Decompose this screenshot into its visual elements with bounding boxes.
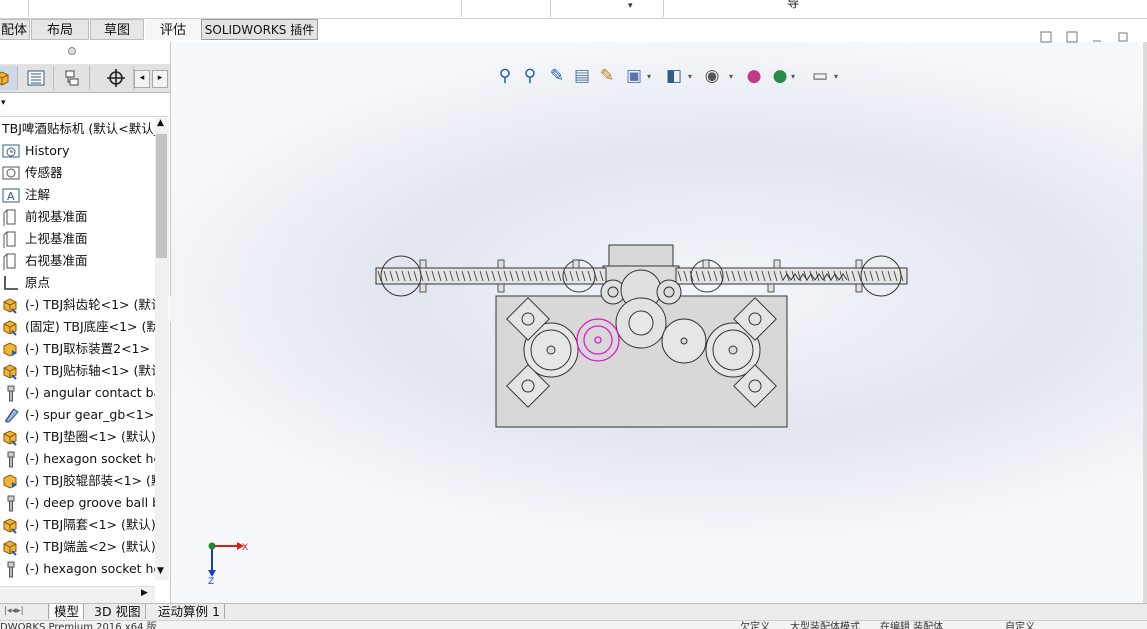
tree-item-label: 注解 [25, 187, 51, 202]
tree-item-label: (-) TBJ贴标轴<1> (默认 [25, 363, 155, 378]
svg-text:A: A [7, 190, 15, 203]
search-area[interactable]: 导 [663, 0, 1147, 17]
bottom-tab-bar: |◂◂▸| 模型 3D 视图 运动算例 1 [0, 603, 1147, 620]
feature-tree: TBJ啤酒贴标机 (默认<默认_ History 传感器 A 注解 前视基准面 上视基准面… [0, 118, 155, 580]
annotation-icon: A [2, 187, 20, 203]
subassembly-icon [2, 473, 20, 489]
manager-tabs: ◂ ▸ [0, 64, 170, 93]
tree-item-label: 原点 [25, 275, 51, 290]
tree-item-label: (-) TBJ胶辊部装<1> (默 [25, 473, 155, 488]
scroll-right-icon[interactable]: ▶ [141, 588, 148, 598]
part-icon [2, 297, 20, 314]
chevron-down-icon: ▾ [628, 1, 633, 11]
tile-right-icon [1066, 31, 1078, 43]
tree-item-label: (-) TBJ隔套<1> (默认) [25, 517, 155, 532]
tree-filter[interactable]: ▾ [0, 94, 168, 117]
tree-item-label: 右视基准面 [25, 253, 88, 268]
tab-model[interactable]: 模型 [50, 604, 85, 619]
history-icon [2, 143, 20, 159]
tree-vertical-scrollbar[interactable]: ▲ ▼ [155, 118, 169, 580]
feature-manager-panel: ◂ ▸ ▾ TBJ啤酒贴标机 (默认<默认_ History 传感器 A 注解 前视基准… [0, 42, 171, 603]
feature-manager-icon[interactable] [0, 66, 18, 90]
scroll-up-icon[interactable]: ▲ [157, 118, 164, 128]
tab-scroll-arrows[interactable]: |◂◂▸| [0, 604, 49, 619]
graphics-area[interactable]: ⚲ ⚲ ✎ ▤ ✎ ▣ ◧ ◉ ● ● ▭ ▾ ▾ ▾ ▾ ▾ X Z [171, 31, 1147, 603]
title-field [28, 0, 461, 17]
assembly-model[interactable]: X Z [171, 42, 1147, 603]
tab-assembly[interactable]: 配体 [0, 19, 30, 40]
tree-item-label: (-) TBJ垫圈<1> (默认) [25, 429, 155, 444]
plane-icon [2, 253, 20, 271]
tree-item-label: 传感器 [25, 165, 63, 180]
right-conveyor [675, 267, 908, 285]
tree-item-label: 前视基准面 [25, 209, 88, 224]
sensor-icon [2, 165, 20, 181]
tab-solidworks-addins[interactable]: SOLIDWORKS 插件 [201, 19, 318, 40]
triad-x-label: X [242, 543, 248, 553]
window-title-fragment: 导 [787, 0, 800, 10]
part-icon [2, 539, 20, 556]
part-icon [2, 363, 20, 380]
plane-icon [2, 231, 20, 249]
tab-layout[interactable]: 布局 [31, 19, 89, 40]
part-icon [2, 517, 20, 534]
property-manager-icon[interactable] [18, 66, 54, 90]
tree-item-label: History [25, 143, 70, 158]
tree-horizontal-scrollbar[interactable]: ▶ [0, 586, 155, 603]
toolbox-part-icon [2, 385, 20, 402]
title-field [461, 0, 550, 17]
tree-item-label: (-) TBJ取标装置2<1> (默 [25, 341, 155, 356]
title-strip: ▾ 导 [0, 0, 1147, 19]
tree-item-label: 上视基准面 [25, 231, 88, 246]
tile-left-icon [1040, 31, 1052, 43]
tab-motion-study[interactable]: 运动算例 1 [154, 604, 225, 619]
tree-item-label: (-) spur gear_gb<1> ( [25, 407, 155, 422]
subassembly-icon [2, 341, 20, 357]
origin-icon [2, 275, 20, 291]
tree-item-label: (固定) TBJ底座<1> (默认 [25, 319, 155, 334]
command-manager-tabs: 配体 布局 草图 评估 SOLIDWORKS 插件 [0, 19, 320, 41]
tree-item-label: (-) angular contact bal [25, 385, 155, 400]
tab-sketch[interactable]: 草图 [90, 19, 144, 40]
part-icon [2, 319, 20, 336]
chevron-down-icon: ▾ [1, 98, 6, 108]
gear-part-icon [2, 407, 20, 423]
panel-grip[interactable] [68, 47, 76, 55]
toolbox-part-icon [2, 451, 20, 468]
tab-evaluate[interactable]: 评估 [146, 19, 200, 40]
scrollbar-thumb[interactable] [156, 134, 167, 258]
toolbox-part-icon [2, 561, 20, 578]
tab-3d-view[interactable]: 3D 视图 [90, 604, 146, 619]
configuration-manager-icon[interactable] [54, 66, 90, 90]
dimxpert-icon[interactable] [98, 66, 134, 90]
part-icon [2, 429, 20, 446]
plane-icon [2, 209, 20, 227]
tree-item-label: (-) deep groove ball b [25, 495, 155, 510]
triad-z-label: Z [208, 577, 214, 587]
axis-triad [208, 542, 244, 577]
config-dropdown[interactable]: ▾ [550, 0, 663, 17]
scroll-left-icon[interactable]: ◂ [134, 70, 150, 88]
restore-icon [1118, 32, 1128, 42]
scroll-right-icon[interactable]: ▸ [152, 70, 168, 88]
tree-item-label: (-) hexagon socket hea [25, 561, 155, 576]
scroll-down-icon[interactable]: ▼ [157, 566, 164, 576]
toolbox-part-icon [2, 495, 20, 512]
tree-item-label: (-) TBJ端盖<2> (默认) [25, 539, 155, 554]
graphics-scrollbar[interactable] [1143, 42, 1147, 603]
tree-item-label: (-) hexagon socket hea [25, 451, 155, 466]
tree-item-label: (-) TBJ斜齿轮<1> (默认 [25, 297, 155, 312]
